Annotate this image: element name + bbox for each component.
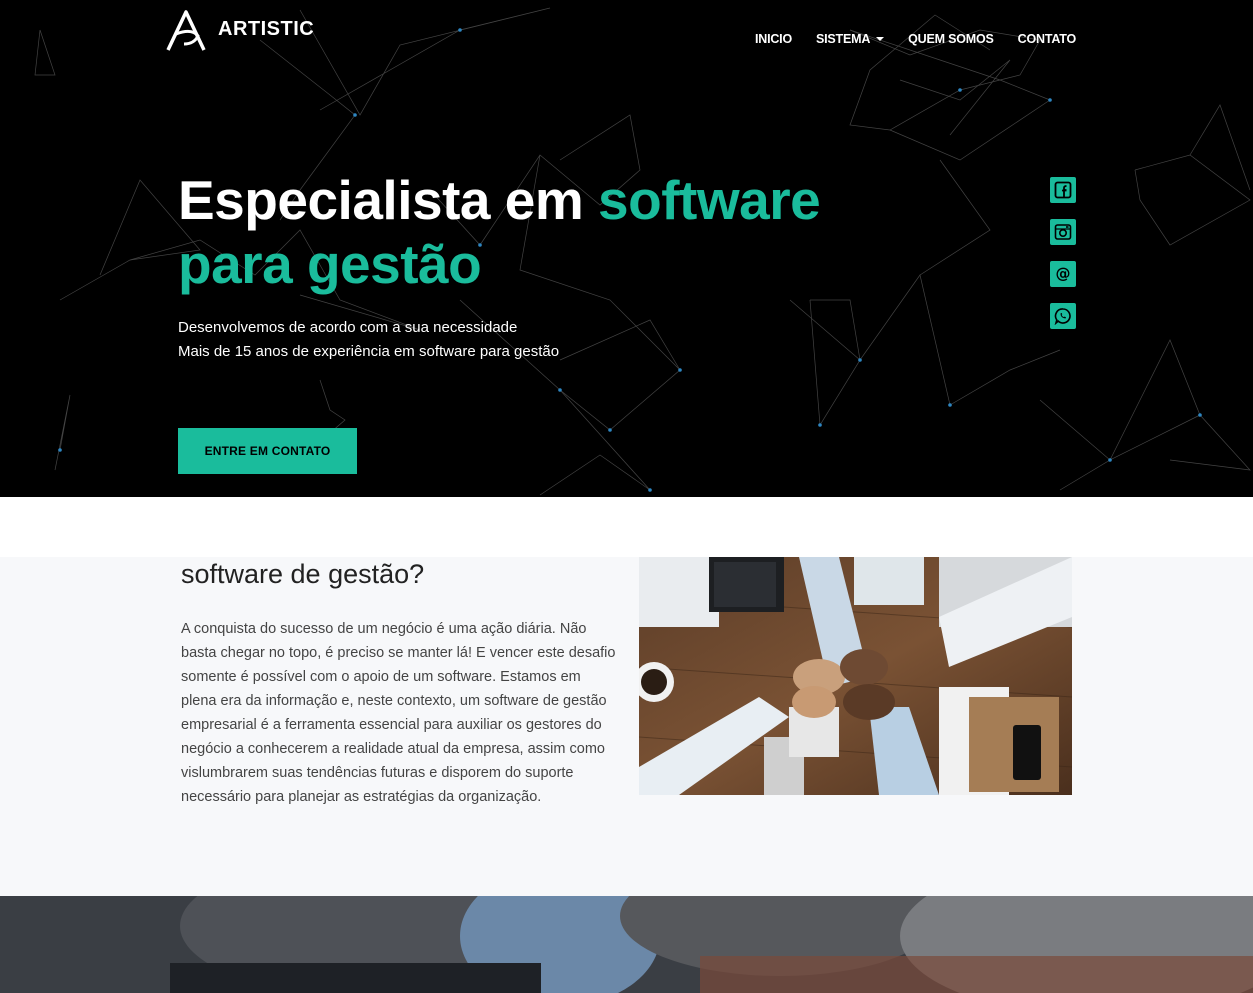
- next-section: [0, 896, 1253, 993]
- nav-item-label: SISTEMA: [815, 32, 871, 46]
- hero-title-accent: software: [598, 169, 821, 231]
- instagram-icon: [1054, 224, 1072, 240]
- whatsapp-icon: [1054, 308, 1071, 325]
- navbar: ARTISTIC INICIO SISTEMA QUEM SOMOS CONTA…: [0, 0, 1253, 80]
- instagram-link[interactable]: [1050, 219, 1076, 245]
- caret-down-icon: [876, 37, 885, 41]
- brand-logo[interactable]: ARTISTIC: [164, 6, 314, 54]
- hero-title-text: Especialista em: [178, 169, 599, 231]
- about-text: A conquista do sucesso de um negócio é u…: [181, 621, 616, 805]
- nav-item-inicio[interactable]: INICIO: [755, 32, 792, 46]
- main-nav: INICIO SISTEMA QUEM SOMOS CONTATO: [731, 32, 1076, 46]
- whatsapp-link[interactable]: [1050, 303, 1076, 329]
- brand-name: ARTISTIC: [218, 17, 315, 40]
- email-link[interactable]: @: [1050, 261, 1076, 287]
- email-at-icon: @: [1056, 265, 1071, 283]
- nav-item-label: QUEM SOMOS: [908, 32, 994, 46]
- artistic-logo-icon: [166, 10, 206, 51]
- hero-subtitle: Desenvolvemos de acordo com a sua necess…: [178, 316, 559, 364]
- hero-subtitle-line: Desenvolvemos de acordo com a sua necess…: [178, 319, 518, 336]
- facebook-link[interactable]: [1050, 177, 1076, 203]
- nav-item-label: CONTATO: [1017, 32, 1077, 46]
- about-title: software de gestão?: [181, 559, 425, 589]
- hero-section: ARTISTIC INICIO SISTEMA QUEM SOMOS CONTA…: [0, 0, 1253, 497]
- nav-item-contato[interactable]: CONTATO: [1017, 32, 1077, 46]
- facebook-icon: [1054, 181, 1072, 199]
- nav-item-label: INICIO: [754, 32, 792, 46]
- hero-subtitle-line: Mais de 15 anos de experiência em softwa…: [178, 343, 560, 360]
- teamwork-photo: [639, 557, 1072, 795]
- team-hands-image: [639, 557, 1072, 795]
- hero-title-accent-line2: para gestão: [178, 233, 482, 295]
- nav-item-sistema[interactable]: SISTEMA: [815, 32, 885, 46]
- nav-item-quem-somos[interactable]: QUEM SOMOS: [908, 32, 994, 46]
- white-spacer: [0, 497, 1253, 557]
- social-links: @: [1050, 177, 1076, 329]
- page: ARTISTIC INICIO SISTEMA QUEM SOMOS CONTA…: [0, 0, 1253, 993]
- contact-cta-button[interactable]: ENTRE EM CONTATO: [178, 428, 357, 474]
- section-title-box: [170, 963, 541, 993]
- about-section: software de gestão? A conquista do suces…: [0, 557, 1253, 896]
- svg-text:@: @: [1056, 265, 1071, 283]
- hero-title: Especialista em software para gestão: [178, 168, 878, 296]
